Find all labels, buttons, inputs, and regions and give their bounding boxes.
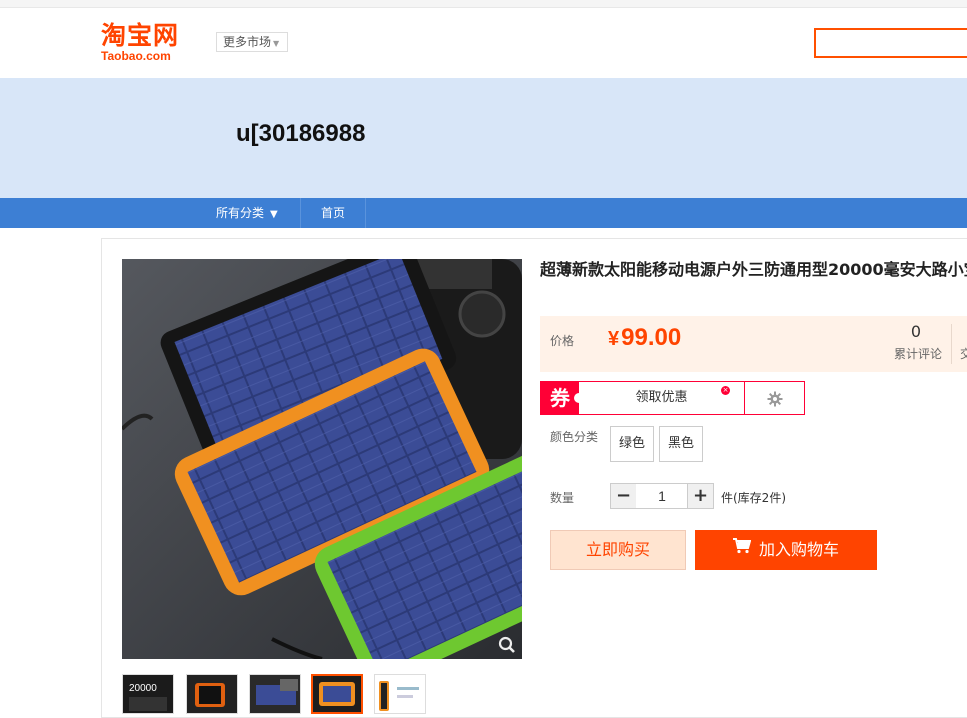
coupon-bar: 券 领取优惠 × <box>540 381 805 415</box>
price-amount: 99.00 <box>621 324 682 351</box>
zoom-icon[interactable] <box>498 636 516 654</box>
site-header: 淘宝网 Taobao.com 更多市场 ▼ <box>0 8 967 78</box>
caret-down-icon: ▼ <box>273 39 280 48</box>
thumbnail-1[interactable]: 20000 <box>122 674 174 714</box>
nav-all-categories-label: 所有分类 <box>216 206 265 220</box>
nav-home[interactable]: 首页 <box>301 198 366 228</box>
triangle-down-icon: ▼ <box>270 209 278 220</box>
currency-symbol: ¥ <box>608 328 620 350</box>
taobao-logo[interactable]: 淘宝网 Taobao.com <box>101 22 197 66</box>
color-label: 颜色分类 <box>550 430 599 444</box>
review-label: 累计评论 <box>894 347 943 361</box>
stock-text: 件(库存2件) <box>721 491 786 505</box>
shop-name[interactable]: u[30186988 <box>236 120 365 148</box>
product-main-image[interactable] <box>122 259 522 659</box>
product-title: 超薄新款太阳能移动电源户外三防通用型20000毫安大路小宝 <box>540 260 967 279</box>
shop-banner: u[30186988 <box>0 78 967 198</box>
coupon-tag: 券 <box>541 382 584 414</box>
get-coupon-button[interactable]: 领取优惠 × <box>579 382 745 414</box>
price-box: 价格 ¥99.00 0 累计评论 交 <box>540 316 967 372</box>
price-label: 价格 <box>550 334 575 348</box>
color-option-black[interactable]: 黑色 <box>659 426 703 462</box>
search-input[interactable] <box>814 28 967 58</box>
quantity-decrease-button[interactable]: − <box>610 483 637 509</box>
thumbnail-2[interactable] <box>186 674 238 714</box>
product-photo <box>122 259 522 659</box>
more-market-dropdown[interactable]: 更多市场 ▼ <box>216 32 288 52</box>
transaction-label: 交 <box>960 347 967 361</box>
color-option-green[interactable]: 绿色 <box>610 426 654 462</box>
quantity-input[interactable] <box>636 483 688 509</box>
logo-text-cn: 淘宝网 <box>101 21 180 50</box>
thumbnail-4-active[interactable] <box>311 674 363 714</box>
nav-all-categories[interactable]: 所有分类 ▼ <box>200 198 301 228</box>
gear-icon[interactable] <box>745 382 805 414</box>
top-strip <box>0 0 967 8</box>
add-to-cart-button[interactable]: 加入购物车 <box>695 530 877 570</box>
quantity-increase-button[interactable]: + <box>687 483 714 509</box>
thumbnail-3[interactable] <box>249 674 301 714</box>
thumbnail-5[interactable] <box>374 674 426 714</box>
thumbnail-strip: 20000 <box>122 674 442 714</box>
get-coupon-label: 领取优惠 <box>635 390 688 405</box>
buy-now-button[interactable]: 立即购买 <box>550 530 686 570</box>
logo-text-en: Taobao.com <box>101 49 171 63</box>
review-count[interactable]: 0 <box>896 322 936 341</box>
svg-text:20000: 20000 <box>129 683 157 694</box>
shop-nav: 所有分类 ▼ 首页 <box>0 198 967 228</box>
add-to-cart-label: 加入购物车 <box>758 540 839 559</box>
cart-icon <box>732 529 752 569</box>
more-market-label: 更多市场 <box>223 35 272 49</box>
divider <box>951 324 952 364</box>
new-badge-icon: × <box>721 386 730 395</box>
price-value: ¥99.00 <box>608 322 681 355</box>
quantity-label: 数量 <box>550 491 575 505</box>
